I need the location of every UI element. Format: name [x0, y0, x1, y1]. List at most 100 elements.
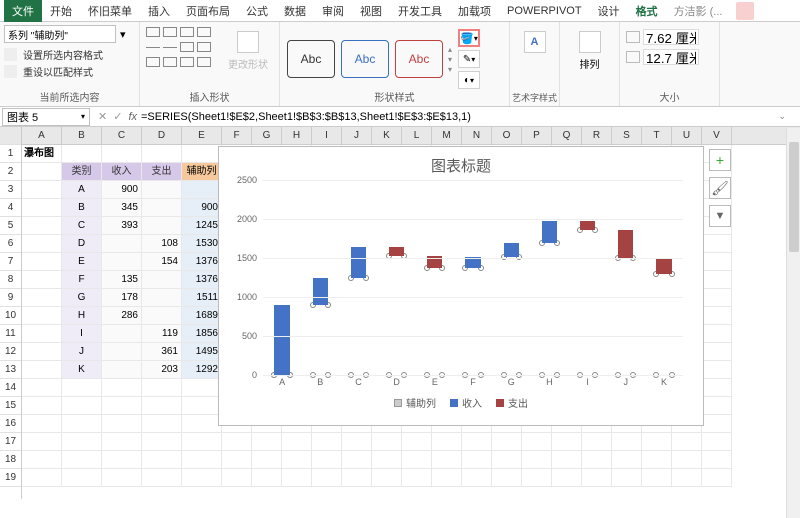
cell[interactable] [312, 433, 342, 451]
row-header[interactable]: 16 [0, 415, 21, 433]
row-header[interactable]: 10 [0, 307, 21, 325]
cell[interactable] [492, 433, 522, 451]
cell[interactable] [702, 271, 732, 289]
tab-layout[interactable]: 页面布局 [178, 0, 238, 22]
name-box[interactable]: 图表 5▾ [2, 108, 90, 126]
row-header[interactable]: 14 [0, 379, 21, 397]
wordart-btn[interactable]: A [514, 25, 555, 56]
row-header[interactable]: 18 [0, 451, 21, 469]
set-selection-format-btn[interactable]: 设置所选内容格式 [4, 46, 135, 63]
cell[interactable] [642, 469, 672, 487]
cell[interactable]: K [62, 361, 102, 379]
cell[interactable] [432, 451, 462, 469]
col-header[interactable]: V [702, 127, 732, 144]
cell[interactable]: A [62, 181, 102, 199]
row-header[interactable]: 13 [0, 361, 21, 379]
tab-formula[interactable]: 公式 [238, 0, 276, 22]
cell[interactable] [62, 397, 102, 415]
col-header[interactable]: I [312, 127, 342, 144]
cell[interactable]: I [62, 325, 102, 343]
chart-filter-btn[interactable]: ▼ [709, 205, 731, 227]
cell[interactable] [552, 469, 582, 487]
tab-format[interactable]: 格式 [628, 0, 666, 22]
chart-add-element-btn[interactable]: + [709, 149, 731, 171]
cell[interactable] [702, 379, 732, 397]
cell[interactable] [102, 433, 142, 451]
cell[interactable] [372, 433, 402, 451]
cell[interactable] [642, 433, 672, 451]
cell[interactable] [182, 469, 222, 487]
cell[interactable] [702, 469, 732, 487]
cell[interactable] [342, 451, 372, 469]
cell[interactable] [282, 433, 312, 451]
cell[interactable] [492, 469, 522, 487]
cell[interactable] [142, 145, 182, 163]
row-header[interactable]: 5 [0, 217, 21, 235]
embedded-chart[interactable]: 图表标题 05001000150020002500 ABCDEFGHIJK 辅助… [218, 146, 704, 426]
style-gallery-scroll[interactable]: ▴▾▾ [448, 45, 452, 74]
cell[interactable] [372, 451, 402, 469]
cell[interactable]: C [62, 217, 102, 235]
cell[interactable] [282, 469, 312, 487]
selection-combo[interactable] [4, 25, 116, 43]
change-shape-btn[interactable]: 更改形状 [228, 25, 268, 71]
cell[interactable]: 154 [142, 253, 182, 271]
tab-data[interactable]: 数据 [276, 0, 314, 22]
cell[interactable]: 1530 [182, 235, 222, 253]
cell[interactable] [702, 361, 732, 379]
cell[interactable] [22, 253, 62, 271]
col-header[interactable]: T [642, 127, 672, 144]
col-header[interactable]: J [342, 127, 372, 144]
cell[interactable] [102, 343, 142, 361]
cell[interactable] [142, 271, 182, 289]
cell[interactable] [312, 451, 342, 469]
cell[interactable] [282, 451, 312, 469]
tab-dev[interactable]: 开发工具 [390, 0, 450, 22]
fx-icon[interactable]: fx [128, 111, 137, 123]
reset-match-btn[interactable]: 重设以匹配样式 [4, 63, 135, 80]
cell[interactable]: 361 [142, 343, 182, 361]
confirm-icon[interactable]: ✓ [113, 110, 122, 123]
cell[interactable] [22, 181, 62, 199]
cell[interactable] [702, 415, 732, 433]
cell[interactable] [22, 199, 62, 217]
cell[interactable] [222, 469, 252, 487]
cell[interactable] [552, 433, 582, 451]
chart-title[interactable]: 图表标题 [219, 147, 703, 180]
cell[interactable] [522, 433, 552, 451]
cell[interactable] [182, 379, 222, 397]
shape-style-red[interactable]: Abc [395, 40, 443, 78]
cell[interactable] [702, 289, 732, 307]
avatar[interactable] [736, 2, 754, 20]
col-header[interactable]: R [582, 127, 612, 144]
col-header[interactable]: U [672, 127, 702, 144]
cell[interactable] [142, 289, 182, 307]
cell[interactable] [672, 469, 702, 487]
cell[interactable] [142, 181, 182, 199]
col-header[interactable]: N [462, 127, 492, 144]
col-header[interactable]: G [252, 127, 282, 144]
cell[interactable] [702, 397, 732, 415]
cell[interactable]: 辅助列 [182, 163, 222, 181]
shape-style-blue[interactable]: Abc [341, 40, 389, 78]
cell[interactable] [402, 451, 432, 469]
cell[interactable] [142, 307, 182, 325]
cell[interactable] [402, 469, 432, 487]
cell[interactable]: 1495 [182, 343, 222, 361]
cell[interactable] [22, 469, 62, 487]
cell[interactable]: 1856 [182, 325, 222, 343]
row-header[interactable]: 6 [0, 235, 21, 253]
cell[interactable]: H [62, 307, 102, 325]
cell[interactable] [462, 469, 492, 487]
plot-area[interactable]: 05001000150020002500 [263, 180, 683, 375]
cell[interactable]: 345 [102, 199, 142, 217]
cell[interactable] [102, 145, 142, 163]
cell[interactable] [22, 217, 62, 235]
cell[interactable] [142, 451, 182, 469]
chart-styles-btn[interactable]: 🖌 [709, 177, 731, 199]
cell[interactable] [252, 433, 282, 451]
cell[interactable] [22, 397, 62, 415]
cell[interactable]: F [62, 271, 102, 289]
cell[interactable] [182, 181, 222, 199]
cell[interactable]: 108 [142, 235, 182, 253]
